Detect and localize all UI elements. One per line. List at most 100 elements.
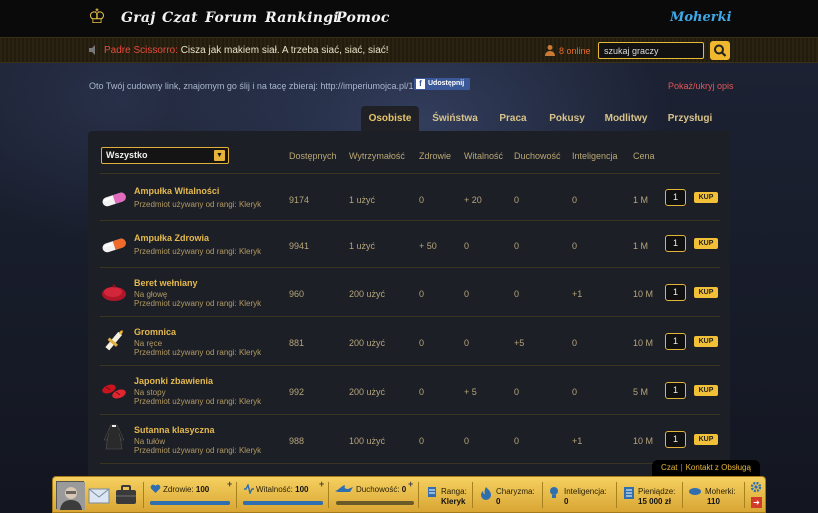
item-slot: Na ręce [134, 339, 163, 348]
tab-przyslugi[interactable]: Przysługi [660, 106, 720, 132]
chat-link[interactable]: Czat [661, 463, 677, 472]
item-health: 0 [419, 338, 425, 348]
row-divider [100, 173, 720, 174]
nav-pomoc[interactable]: Pomoc [336, 10, 390, 26]
item-name[interactable]: Gromnica [134, 327, 176, 337]
rank-value: Kleryk [441, 497, 466, 506]
search-button[interactable] [710, 41, 730, 60]
item-intelligence: 0 [572, 338, 578, 348]
item-spirit: 0 [514, 387, 520, 397]
item-available: 9941 [289, 241, 310, 251]
divider [143, 482, 144, 508]
item-available: 960 [289, 289, 305, 299]
gear-icon[interactable] [750, 481, 762, 493]
buy-button[interactable]: KUP [694, 434, 718, 445]
item-intelligence: 0 [572, 195, 578, 205]
quantity-input[interactable]: 1 [665, 333, 686, 350]
item-available: 881 [289, 338, 305, 348]
item-slot: Na głowę [134, 290, 168, 299]
buy-button[interactable]: KUP [694, 385, 718, 396]
dove-icon [335, 485, 353, 492]
nav-forum[interactable]: Forum [205, 10, 257, 26]
item-name[interactable]: Japonki zbawienia [134, 376, 213, 386]
item-intelligence: 0 [572, 241, 578, 251]
flame-icon [481, 487, 491, 500]
nav-rankingi[interactable]: Rankingi [265, 10, 339, 26]
tab-osobiste[interactable]: Osobiste [361, 106, 419, 132]
spirit-stat: Duchowość: 0 [356, 485, 407, 494]
player-search-input[interactable] [598, 42, 704, 59]
column-header-available: Dostępnych [289, 151, 337, 161]
tab-swinstwa[interactable]: Świństwa [424, 106, 486, 132]
rank-icon [428, 487, 436, 497]
item-vitality: + 5 [464, 387, 477, 397]
money-label: Pieniądze: [638, 487, 676, 496]
item-rank: Przedmiot używany od rangi: Kleryk [134, 348, 262, 357]
item-price: 10 M [633, 436, 654, 446]
spirit-bar-track [336, 501, 414, 505]
category-filter-select[interactable]: Wszystko ▼ [101, 147, 229, 164]
divider [236, 482, 237, 508]
contact-support-link[interactable]: Kontakt z Obsługą [686, 463, 751, 472]
item-health: + 50 [419, 241, 437, 251]
logout-icon[interactable]: ➜ [751, 497, 762, 508]
tab-modlitwy[interactable]: Modlitwy [598, 106, 654, 132]
quantity-input[interactable]: 1 [665, 431, 686, 448]
tab-pokusy[interactable]: Pokusy [542, 106, 592, 132]
chat-author[interactable]: Padre Scissorro: [104, 45, 178, 56]
nav-czat[interactable]: Czat [162, 10, 198, 26]
quantity-input[interactable]: 1 [665, 382, 686, 399]
divider [682, 482, 683, 508]
crown-logo-icon[interactable]: ♔ [86, 5, 108, 29]
item-health: 0 [419, 289, 425, 299]
briefcase-icon[interactable] [114, 484, 138, 506]
toggle-description-link[interactable]: Pokaż/ukryj opis [668, 81, 734, 91]
quantity-input[interactable]: 1 [665, 235, 686, 252]
item-price: 1 M [633, 241, 649, 251]
facebook-share-button[interactable]: f Udostępnij [414, 78, 470, 90]
online-count[interactable]: 8 online [559, 46, 591, 56]
item-health: 0 [419, 387, 425, 397]
item-spirit: 0 [514, 289, 520, 299]
user-icon [544, 44, 556, 56]
item-name[interactable]: Ampułka Zdrowia [134, 233, 209, 243]
referral-link-text: Oto Twój cudowny link, znajomym go ślij … [89, 81, 419, 91]
item-health: 0 [419, 436, 425, 446]
intelligence-label: Inteligencja: [564, 487, 607, 496]
item-spirit: 0 [514, 436, 520, 446]
item-name[interactable]: Ampułka Witalności [134, 186, 219, 196]
speaker-icon[interactable] [88, 44, 100, 56]
quantity-input[interactable]: 1 [665, 189, 686, 206]
row-divider [100, 414, 720, 415]
quantity-input[interactable]: 1 [665, 284, 686, 301]
avatar[interactable] [56, 481, 85, 510]
nav-moherki[interactable]: Moherki [670, 10, 732, 25]
item-rank: Przedmiot używany od rangi: Kleryk [134, 397, 262, 406]
add-vitality-button[interactable]: + [319, 479, 324, 489]
column-header-price: Cena [633, 151, 655, 161]
buy-button[interactable]: KUP [694, 336, 718, 347]
intelligence-value: 0 [564, 497, 569, 506]
tab-praca[interactable]: Praca [490, 106, 536, 132]
item-intelligence: +1 [572, 289, 583, 299]
nav-graj[interactable]: Graj [121, 10, 156, 26]
add-spirit-button[interactable]: + [408, 479, 413, 489]
item-slot: Na tułów [134, 437, 166, 446]
cassock-icon [100, 424, 128, 450]
item-name[interactable]: Sutanna klasyczna [134, 425, 215, 435]
buy-button[interactable]: KUP [694, 287, 718, 298]
vitality-bar [243, 501, 323, 505]
buy-button[interactable]: KUP [694, 238, 718, 249]
lightbulb-icon [550, 487, 558, 498]
item-price: 1 M [633, 195, 649, 205]
item-durability: 100 użyć [349, 436, 386, 446]
item-rank: Przedmiot używany od rangi: Kleryk [134, 200, 262, 209]
item-name[interactable]: Beret wełniany [134, 278, 198, 288]
row-divider [100, 267, 720, 268]
buy-button[interactable]: KUP [694, 192, 718, 203]
divider [744, 482, 745, 508]
item-price: 10 M [633, 338, 654, 348]
add-health-button[interactable]: + [227, 479, 232, 489]
support-links: Czat | Kontakt z Obsługą [652, 460, 760, 476]
mail-icon[interactable] [88, 483, 110, 507]
